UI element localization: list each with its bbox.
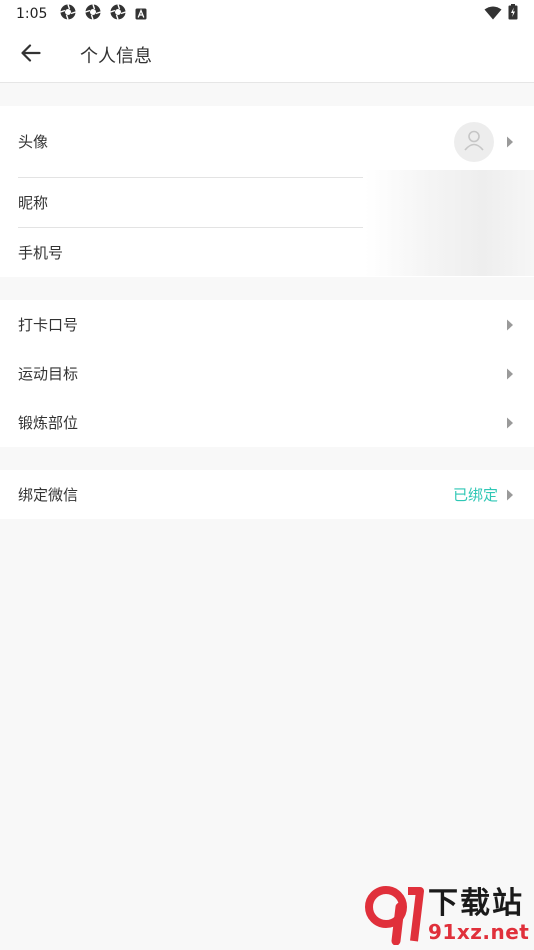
- wechat-label: 绑定微信: [18, 486, 79, 504]
- body-part-row[interactable]: 锻炼部位: [0, 398, 534, 447]
- arrow-left-icon: [21, 44, 41, 66]
- status-time: 1:05: [16, 6, 48, 22]
- back-button[interactable]: [0, 28, 62, 83]
- aperture-icon: [85, 4, 102, 24]
- page-title: 个人信息: [80, 46, 152, 67]
- app-bar: 个人信息: [0, 28, 534, 83]
- status-right: [484, 4, 518, 24]
- binding-group: 绑定微信 已绑定: [0, 470, 534, 519]
- aperture-icon: [60, 4, 77, 24]
- body-part-label: 锻炼部位: [18, 414, 79, 432]
- slogan-row[interactable]: 打卡口号: [0, 300, 534, 349]
- watermark-logo-icon: [362, 881, 426, 949]
- aperture-icon: [110, 4, 127, 24]
- chevron-right-icon: [506, 136, 516, 148]
- chevron-right-icon: [506, 319, 516, 331]
- battery-charging-icon: [508, 4, 518, 24]
- wechat-row-right: 已绑定: [453, 484, 516, 505]
- chevron-right-icon: [506, 368, 516, 380]
- avatar[interactable]: [454, 121, 494, 162]
- chevron-right-icon: [506, 489, 516, 501]
- chevron-right-icon: [506, 417, 516, 429]
- a-badge-icon: [135, 5, 147, 24]
- goal-label: 运动目标: [18, 365, 79, 383]
- goal-row[interactable]: 运动目标: [0, 349, 534, 398]
- watermark: 下载站 91xz.net: [362, 880, 532, 950]
- avatar-row[interactable]: 头像: [0, 106, 534, 177]
- status-left: 1:05: [16, 4, 147, 24]
- watermark-logo-text: 下载站: [428, 885, 524, 921]
- avatar-row-right: [454, 121, 516, 162]
- watermark-text: 下载站 91xz.net: [428, 885, 530, 944]
- redacted-area: [365, 170, 534, 276]
- nickname-label: 昵称: [18, 194, 49, 212]
- status-bar: 1:05: [0, 0, 534, 28]
- avatar-label: 头像: [18, 133, 49, 151]
- wifi-icon: [484, 5, 502, 24]
- user-placeholder-icon: [463, 129, 485, 155]
- fitness-group: 打卡口号 运动目标 锻炼部位: [0, 300, 534, 447]
- slogan-label: 打卡口号: [18, 316, 79, 334]
- bind-status: 已绑定: [452, 486, 498, 504]
- watermark-url: 91xz.net: [428, 919, 530, 944]
- phone-label: 手机号: [18, 244, 64, 262]
- wechat-row[interactable]: 绑定微信 已绑定: [0, 470, 534, 519]
